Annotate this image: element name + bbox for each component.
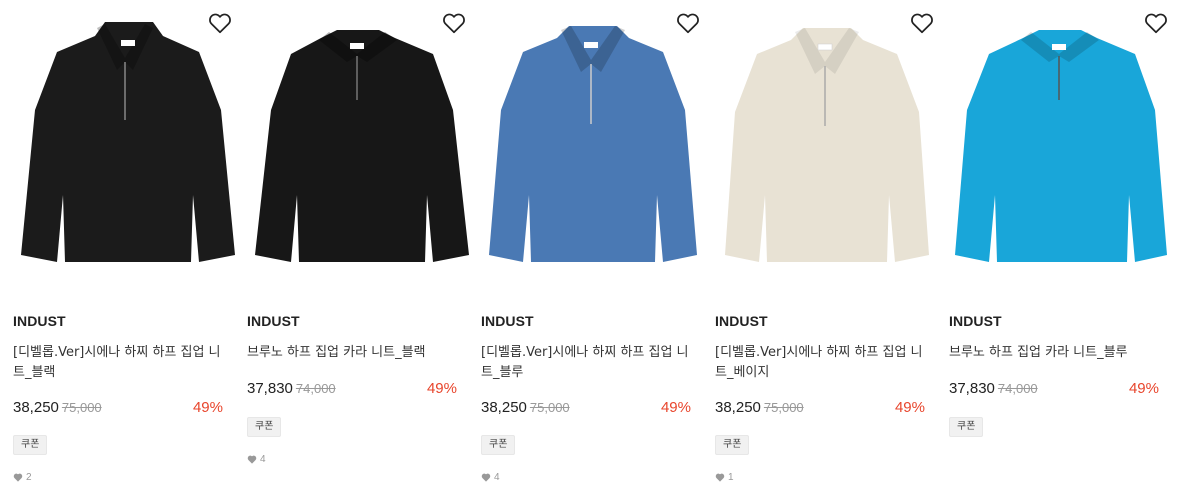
original-price: 75,000 (529, 400, 570, 415)
original-price: 75,000 (61, 400, 102, 415)
original-price: 74,000 (997, 381, 1038, 396)
product-card[interactable]: INDUST 브루노 하프 집업 카라 니트_블루 37,830 74,000 4… (949, 0, 1171, 498)
discount-rate: 49% (426, 380, 457, 397)
product-card[interactable]: INDUST 브루노 하프 집업 카라 니트_블랙 37,830 74,000 4… (247, 0, 469, 498)
heart-filled-icon (13, 473, 23, 482)
like-count: 4 (481, 472, 500, 483)
product-card[interactable]: INDUST [디벨롭.Ver]시에나 하찌 하프 집업 니트_블랙 38,25… (13, 0, 235, 498)
original-price: 74,000 (295, 381, 336, 396)
sale-price: 38,250 (715, 399, 761, 416)
sweater-image (489, 26, 697, 262)
wishlist-heart-icon[interactable] (1143, 10, 1169, 36)
sale-price: 38,250 (13, 399, 59, 416)
brand-name[interactable]: INDUST (247, 313, 300, 329)
product-name[interactable]: 브루노 하프 집업 카라 니트_블랙 (247, 343, 457, 363)
price-row: 37,830 74,000 49% (247, 380, 457, 402)
discount-rate: 49% (1128, 380, 1159, 397)
like-count: 1 (715, 472, 734, 483)
product-name[interactable]: [디벨롭.Ver]시에나 하찌 하프 집업 니트_블루 (481, 343, 691, 383)
like-count: 2 (13, 472, 32, 483)
wishlist-heart-icon[interactable] (441, 10, 467, 36)
heart-filled-icon (481, 473, 491, 482)
sweater-image (21, 22, 235, 262)
sweater-body (955, 30, 1167, 262)
wishlist-heart-icon[interactable] (675, 10, 701, 36)
sweater-image (725, 28, 929, 262)
sweater-image (955, 30, 1167, 262)
coupon-badge: 쿠폰 (949, 417, 984, 437)
sale-price: 37,830 (247, 380, 293, 397)
product-name[interactable]: 브루노 하프 집업 카라 니트_블루 (949, 343, 1159, 363)
product-card[interactable]: INDUST [디벨롭.Ver]시에나 하찌 하프 집업 니트_베이지 38,2… (715, 0, 937, 498)
product-grid: INDUST [디벨롭.Ver]시에나 하찌 하프 집업 니트_블랙 38,25… (0, 0, 1185, 498)
wishlist-heart-icon[interactable] (909, 10, 935, 36)
like-count: 4 (247, 454, 266, 465)
sale-price: 37,830 (949, 380, 995, 397)
discount-rate: 49% (192, 399, 223, 416)
original-price: 75,000 (763, 400, 804, 415)
like-count-value: 4 (260, 454, 266, 465)
product-card[interactable]: INDUST [디벨롭.Ver]시에나 하찌 하프 집업 니트_블루 38,25… (481, 0, 703, 498)
product-image[interactable] (949, 0, 1171, 290)
wishlist-heart-icon[interactable] (207, 10, 233, 36)
sweater-body (255, 30, 469, 262)
price-row: 38,250 75,000 49% (715, 399, 925, 421)
brand-name[interactable]: INDUST (949, 313, 1002, 329)
coupon-badge: 쿠폰 (715, 435, 750, 455)
price-row: 37,830 74,000 49% (949, 380, 1159, 402)
product-image[interactable] (247, 0, 469, 290)
coupon-badge: 쿠폰 (13, 435, 48, 455)
heart-filled-icon (247, 455, 257, 464)
coupon-badge: 쿠폰 (481, 435, 516, 455)
like-count-value: 4 (494, 472, 500, 483)
product-image[interactable] (13, 0, 235, 290)
sale-price: 38,250 (481, 399, 527, 416)
product-image[interactable] (481, 0, 703, 290)
coupon-badge: 쿠폰 (247, 417, 282, 437)
price-row: 38,250 75,000 49% (481, 399, 691, 421)
brand-name[interactable]: INDUST (481, 313, 534, 329)
price-row: 38,250 75,000 49% (13, 399, 223, 421)
discount-rate: 49% (894, 399, 925, 416)
product-image[interactable] (715, 0, 937, 290)
brand-name[interactable]: INDUST (715, 313, 768, 329)
like-count-value: 2 (26, 472, 32, 483)
like-count-value: 1 (728, 472, 734, 483)
sweater-image (255, 30, 469, 262)
discount-rate: 49% (660, 399, 691, 416)
brand-name[interactable]: INDUST (13, 313, 66, 329)
product-name[interactable]: [디벨롭.Ver]시에나 하찌 하프 집업 니트_블랙 (13, 343, 223, 383)
product-name[interactable]: [디벨롭.Ver]시에나 하찌 하프 집업 니트_베이지 (715, 343, 925, 383)
heart-filled-icon (715, 473, 725, 482)
